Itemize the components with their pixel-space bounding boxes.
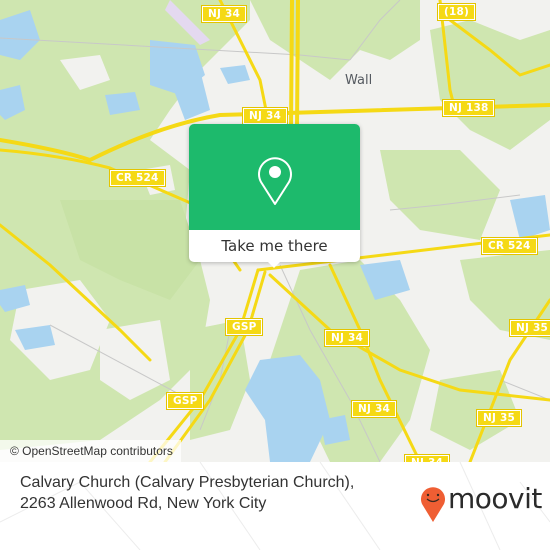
footer: Calvary Church (Calvary Presbyterian Chu…: [0, 462, 550, 550]
road-shield-nj35: NJ 35: [509, 319, 550, 337]
moovit-pin-smile-icon: [421, 487, 445, 522]
popup-header: [189, 124, 360, 230]
map-view[interactable]: Wall NJ 34 NJ 34 (18) NJ 138 CR 524 CR 5…: [0, 0, 550, 462]
road-shield-route18: (18): [436, 3, 477, 21]
road-shield-nj34: NJ 34: [351, 400, 397, 418]
location-popup: Take me there: [189, 124, 360, 268]
road-shield-nj34: NJ 34: [242, 107, 288, 125]
road-shield-nj138: NJ 138: [441, 99, 496, 117]
road-shield-gsp: GSP: [165, 392, 205, 410]
map-attribution[interactable]: © OpenStreetMap contributors: [0, 440, 181, 462]
place-title: Calvary Church (Calvary Presbyterian Chu…: [20, 474, 355, 512]
moovit-wordmark: moovit: [448, 482, 542, 515]
road-shield-cr524: CR 524: [481, 237, 538, 255]
road-shield-nj34: NJ 34: [201, 5, 247, 23]
road-shield-nj35: NJ 35: [476, 409, 522, 427]
place-label-wall: Wall: [345, 73, 373, 88]
road-shield-gsp: GSP: [224, 318, 264, 336]
map-pin-icon: [258, 157, 292, 205]
road-shield-cr524: CR 524: [109, 169, 166, 187]
road-shield-nj34: NJ 34: [324, 329, 370, 347]
popup-pointer: [266, 260, 282, 268]
road-shield-nj34: NJ 34: [404, 454, 450, 462]
take-me-there-button[interactable]: Take me there: [189, 230, 360, 262]
